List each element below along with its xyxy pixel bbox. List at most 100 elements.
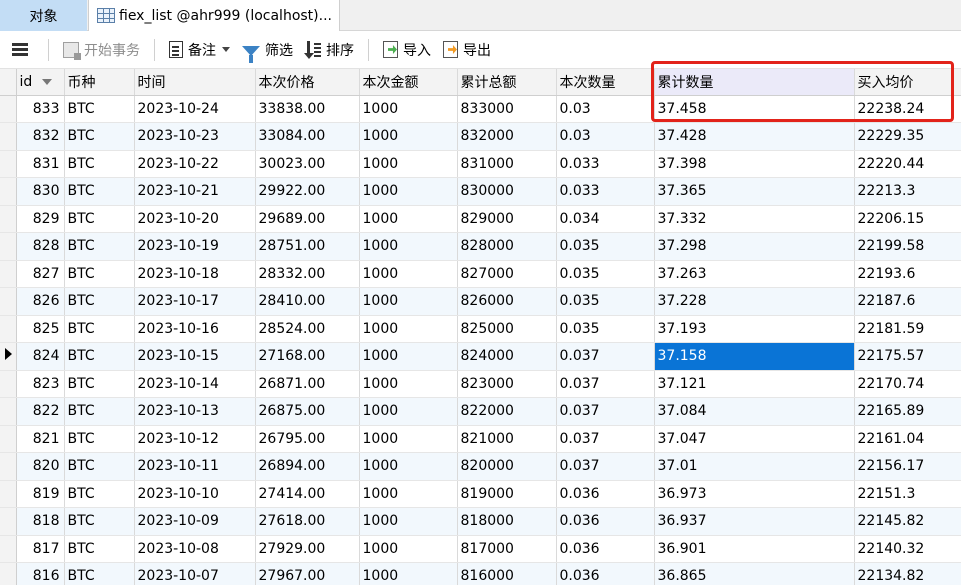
table-row[interactable]: 825 BTC 2023-10-16 28524.00 1000 825000 0.035 3… bbox=[0, 315, 961, 343]
cell-time[interactable]: 2023-10-22 bbox=[134, 150, 256, 178]
cell-total-quantity[interactable]: 37.228 bbox=[654, 287, 855, 316]
column-header-amount[interactable]: 本次金额 bbox=[359, 69, 458, 96]
cell-total-quantity[interactable]: 36.973 bbox=[654, 480, 855, 508]
table-row[interactable]: 828 BTC 2023-10-19 28751.00 1000 828000 0.035 3… bbox=[0, 232, 961, 261]
cell-coin[interactable]: BTC bbox=[64, 95, 135, 123]
cell-id[interactable]: 817 bbox=[16, 535, 65, 563]
cell-quantity[interactable]: 0.036 bbox=[556, 562, 655, 585]
cell-price[interactable]: 26871.00 bbox=[255, 370, 360, 398]
row-indicator[interactable] bbox=[0, 260, 17, 288]
sort-desc-icon[interactable] bbox=[42, 78, 53, 85]
cell-amount[interactable]: 1000 bbox=[359, 95, 458, 123]
cell-total-quantity[interactable]: 37.365 bbox=[654, 177, 855, 206]
table-row[interactable]: 824 BTC 2023-10-15 27168.00 1000 824000 0.037 3… bbox=[0, 342, 961, 371]
cell-id[interactable]: 819 bbox=[16, 480, 65, 508]
cell-amount[interactable]: 1000 bbox=[359, 177, 458, 206]
cell-avg-price[interactable]: 22199.58 bbox=[854, 232, 961, 261]
cell-total-amount[interactable]: 831000 bbox=[457, 150, 557, 178]
table-row[interactable]: 830 BTC 2023-10-21 29922.00 1000 830000 0.033 3… bbox=[0, 177, 961, 206]
cell-total-quantity[interactable]: 37.047 bbox=[654, 425, 855, 453]
cell-id[interactable]: 833 bbox=[16, 95, 65, 123]
column-header-total-amount[interactable]: 累计总额 bbox=[457, 69, 557, 96]
cell-total-amount[interactable]: 819000 bbox=[457, 480, 557, 508]
cell-total-quantity[interactable]: 37.263 bbox=[654, 260, 855, 288]
cell-time[interactable]: 2023-10-24 bbox=[134, 95, 256, 123]
cell-price[interactable]: 27168.00 bbox=[255, 342, 360, 371]
cell-amount[interactable]: 1000 bbox=[359, 370, 458, 398]
cell-coin[interactable]: BTC bbox=[64, 425, 135, 453]
row-indicator[interactable] bbox=[0, 452, 17, 481]
note-button[interactable]: 备注 bbox=[163, 35, 236, 65]
menu-button[interactable] bbox=[0, 43, 40, 56]
cell-quantity[interactable]: 0.037 bbox=[556, 425, 655, 453]
table-row[interactable]: 821 BTC 2023-10-12 26795.00 1000 821000 0.037 3… bbox=[0, 425, 961, 453]
table-row[interactable]: 818 BTC 2023-10-09 27618.00 1000 818000 0.036 3… bbox=[0, 507, 961, 536]
cell-total-quantity[interactable]: 37.158 bbox=[654, 342, 855, 371]
cell-coin[interactable]: BTC bbox=[64, 507, 135, 536]
cell-price[interactable]: 27618.00 bbox=[255, 507, 360, 536]
cell-amount[interactable]: 1000 bbox=[359, 425, 458, 453]
row-indicator[interactable] bbox=[0, 507, 17, 536]
cell-total-amount[interactable]: 828000 bbox=[457, 232, 557, 261]
cell-time[interactable]: 2023-10-09 bbox=[134, 507, 256, 536]
cell-total-amount[interactable]: 816000 bbox=[457, 562, 557, 585]
cell-total-amount[interactable]: 830000 bbox=[457, 177, 557, 206]
cell-coin[interactable]: BTC bbox=[64, 342, 135, 371]
cell-avg-price[interactable]: 22229.35 bbox=[854, 122, 961, 151]
filter-button[interactable]: 筛选 bbox=[236, 35, 299, 65]
column-header-time[interactable]: 时间 bbox=[134, 69, 256, 96]
cell-avg-price[interactable]: 22145.82 bbox=[854, 507, 961, 536]
cell-price[interactable]: 28332.00 bbox=[255, 260, 360, 288]
cell-coin[interactable]: BTC bbox=[64, 452, 135, 481]
column-header-price[interactable]: 本次价格 bbox=[255, 69, 360, 96]
cell-total-quantity[interactable]: 37.332 bbox=[654, 205, 855, 233]
cell-total-quantity[interactable]: 36.937 bbox=[654, 507, 855, 536]
cell-total-amount[interactable]: 833000 bbox=[457, 95, 557, 123]
cell-total-quantity[interactable]: 37.01 bbox=[654, 452, 855, 481]
cell-time[interactable]: 2023-10-12 bbox=[134, 425, 256, 453]
cell-amount[interactable]: 1000 bbox=[359, 122, 458, 151]
cell-coin[interactable]: BTC bbox=[64, 177, 135, 206]
cell-time[interactable]: 2023-10-23 bbox=[134, 122, 256, 151]
cell-total-amount[interactable]: 821000 bbox=[457, 425, 557, 453]
cell-quantity[interactable]: 0.03 bbox=[556, 95, 655, 123]
cell-quantity[interactable]: 0.037 bbox=[556, 397, 655, 426]
cell-id[interactable]: 827 bbox=[16, 260, 65, 288]
tab-table-editor[interactable]: fiex_list @ahr999 (localhost)... bbox=[88, 0, 340, 31]
cell-time[interactable]: 2023-10-07 bbox=[134, 562, 256, 585]
column-header-total-quantity[interactable]: 累计数量 bbox=[654, 69, 855, 96]
cell-quantity[interactable]: 0.036 bbox=[556, 535, 655, 563]
column-header-id[interactable]: id bbox=[16, 69, 65, 96]
cell-coin[interactable]: BTC bbox=[64, 287, 135, 316]
cell-coin[interactable]: BTC bbox=[64, 150, 135, 178]
cell-total-amount[interactable]: 832000 bbox=[457, 122, 557, 151]
cell-coin[interactable]: BTC bbox=[64, 232, 135, 261]
cell-coin[interactable]: BTC bbox=[64, 535, 135, 563]
cell-amount[interactable]: 1000 bbox=[359, 507, 458, 536]
row-indicator[interactable] bbox=[0, 177, 17, 206]
cell-time[interactable]: 2023-10-19 bbox=[134, 232, 256, 261]
cell-total-quantity[interactable]: 37.428 bbox=[654, 122, 855, 151]
cell-total-quantity[interactable]: 37.298 bbox=[654, 232, 855, 261]
sort-button[interactable]: 排序 bbox=[299, 35, 360, 65]
cell-avg-price[interactable]: 22165.89 bbox=[854, 397, 961, 426]
cell-price[interactable]: 28410.00 bbox=[255, 287, 360, 316]
export-button[interactable]: 导出 bbox=[437, 35, 497, 65]
cell-time[interactable]: 2023-10-11 bbox=[134, 452, 256, 481]
cell-coin[interactable]: BTC bbox=[64, 122, 135, 151]
cell-total-quantity[interactable]: 37.398 bbox=[654, 150, 855, 178]
cell-id[interactable]: 823 bbox=[16, 370, 65, 398]
cell-avg-price[interactable]: 22140.32 bbox=[854, 535, 961, 563]
cell-price[interactable]: 28751.00 bbox=[255, 232, 360, 261]
import-button[interactable]: 导入 bbox=[377, 35, 437, 65]
table-row[interactable]: 817 BTC 2023-10-08 27929.00 1000 817000 0.036 3… bbox=[0, 535, 961, 563]
cell-price[interactable]: 26894.00 bbox=[255, 452, 360, 481]
cell-id[interactable]: 816 bbox=[16, 562, 65, 585]
cell-total-amount[interactable]: 817000 bbox=[457, 535, 557, 563]
column-header-quantity[interactable]: 本次数量 bbox=[556, 69, 655, 96]
cell-avg-price[interactable]: 22238.24 bbox=[854, 95, 961, 123]
row-indicator[interactable] bbox=[0, 122, 17, 151]
cell-coin[interactable]: BTC bbox=[64, 480, 135, 508]
row-indicator[interactable] bbox=[0, 535, 17, 563]
table-row[interactable]: 831 BTC 2023-10-22 30023.00 1000 831000 0.033 3… bbox=[0, 150, 961, 178]
